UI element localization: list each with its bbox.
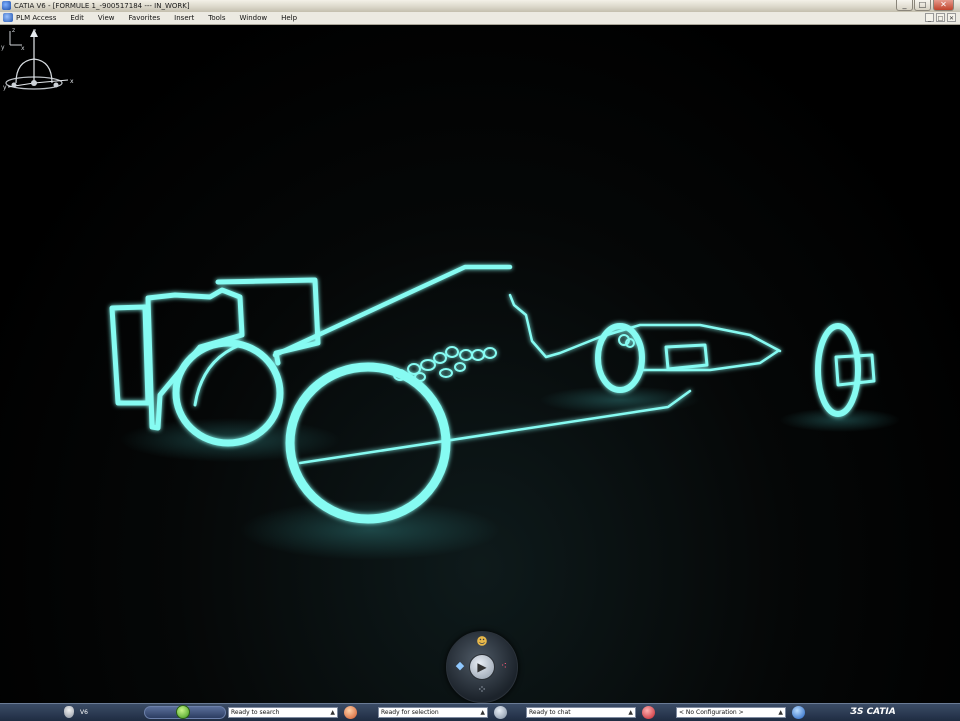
- 3d-viewport[interactable]: z x y z y x: [0, 25, 960, 703]
- chevron-up-icon[interactable]: ▲: [628, 708, 633, 718]
- minimize-button[interactable]: _: [896, 0, 913, 11]
- search-status-text: Ready to search: [231, 709, 280, 716]
- compass-x-label: x: [70, 78, 74, 85]
- bottom-toolbar: V6 Ready to search ▲ Ready for selection…: [0, 703, 960, 721]
- chevron-up-icon[interactable]: ▲: [330, 708, 335, 718]
- axis-system-icon: z y x: [1, 27, 25, 51]
- rear-suspension-arc: [193, 343, 242, 407]
- rear-wing-panel-mid: [145, 287, 245, 431]
- doc-minimize-button[interactable]: _: [925, 13, 934, 22]
- cockpit-line: [508, 293, 782, 359]
- menu-favorites[interactable]: Favorites: [129, 12, 161, 24]
- window-title: CATIA V6 - [FORMULE 1_-900517184 --- IN_…: [14, 2, 190, 10]
- chevron-up-icon[interactable]: ▲: [480, 708, 485, 718]
- menu-window[interactable]: Window: [240, 12, 268, 24]
- menu-bar: PLM Access Edit View Favorites Insert To…: [0, 12, 960, 25]
- maximize-button[interactable]: □: [914, 0, 931, 11]
- globe-icon[interactable]: [792, 706, 805, 719]
- relations-icon[interactable]: ⁖: [497, 659, 511, 673]
- axis-mini-z-label: z: [12, 27, 15, 34]
- catia-app-icon: [2, 1, 11, 10]
- refresh-icon[interactable]: [176, 705, 190, 719]
- menu-plm-access[interactable]: PLM Access: [16, 12, 56, 24]
- plm-icon[interactable]: [3, 13, 13, 22]
- configuration-text: < No Configuration >: [679, 709, 744, 716]
- data-icon[interactable]: ⁘: [475, 683, 489, 697]
- chat-field[interactable]: Ready to chat ▲: [526, 707, 636, 718]
- compass-y-label: y: [3, 84, 7, 91]
- front-wing-plate-left: [664, 343, 709, 371]
- search-field[interactable]: Ready to search ▲: [228, 707, 338, 718]
- menu-help[interactable]: Help: [281, 12, 297, 24]
- v6-compass-icon[interactable]: [64, 706, 74, 718]
- doc-close-button[interactable]: ✕: [947, 13, 956, 22]
- social-people-icon[interactable]: ☻: [475, 635, 489, 649]
- search-icon[interactable]: [344, 706, 357, 719]
- doc-restore-button[interactable]: □: [936, 13, 945, 22]
- floor-reflection-rear: [240, 500, 500, 560]
- compass-z-label: z: [33, 28, 36, 35]
- v6-label: V6: [80, 709, 88, 716]
- axis-mini-x-label: x: [21, 45, 25, 51]
- menu-view[interactable]: View: [98, 12, 115, 24]
- compass-menu[interactable]: ☻ ◆ ⁖ ⁘ ▶: [446, 631, 518, 703]
- selection-icon[interactable]: [494, 706, 507, 719]
- selection-field[interactable]: Ready for selection ▲: [378, 707, 488, 718]
- configuration-select[interactable]: < No Configuration > ▲: [676, 707, 786, 718]
- rear-wing-panel-left: [109, 304, 151, 406]
- play-button[interactable]: ▶: [469, 654, 495, 680]
- selection-status-text: Ready for selection: [381, 709, 439, 716]
- chevron-up-icon[interactable]: ▲: [778, 708, 783, 718]
- catia-brand-label: ƷS CATIA: [850, 707, 896, 717]
- close-button[interactable]: ✕: [933, 0, 954, 11]
- menu-edit[interactable]: Edit: [70, 12, 84, 24]
- formula-one-wireframe-model: [109, 264, 900, 560]
- axis-mini-y-label: y: [1, 44, 5, 51]
- chat-status-text: Ready to chat: [529, 709, 571, 716]
- nose-underside-line: [638, 349, 780, 372]
- menu-insert[interactable]: Insert: [174, 12, 194, 24]
- chat-icon[interactable]: [642, 706, 655, 719]
- menu-tools[interactable]: Tools: [208, 12, 225, 24]
- 3d-model-icon[interactable]: ◆: [453, 659, 467, 673]
